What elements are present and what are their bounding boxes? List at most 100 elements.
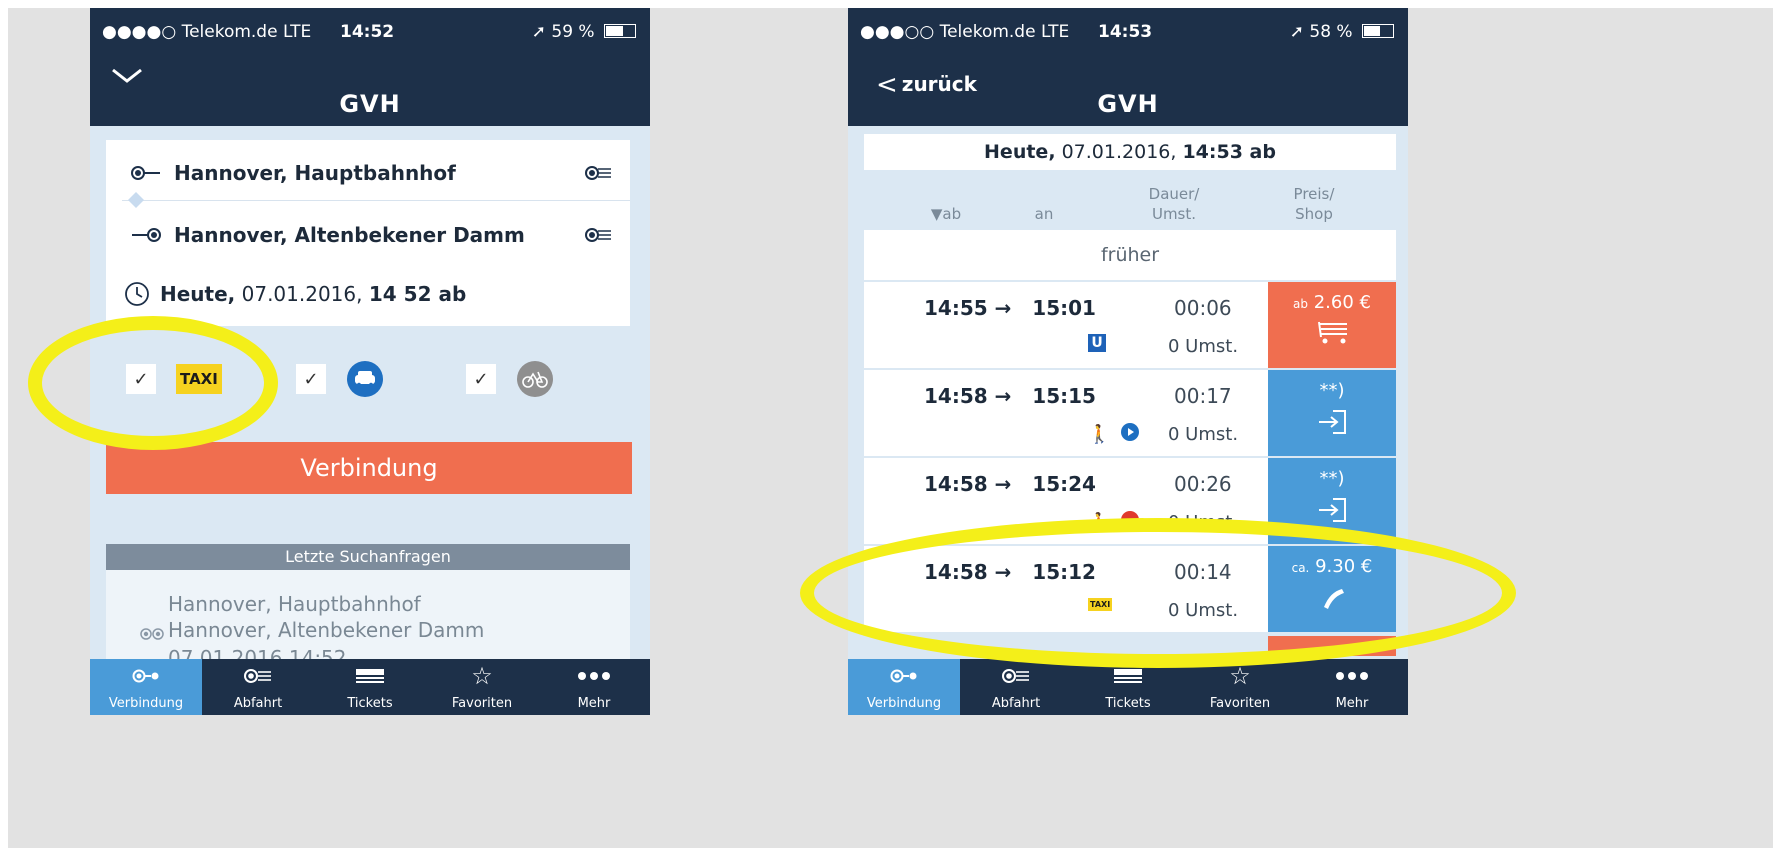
taxi-badge: TAXI	[176, 364, 222, 394]
swap-diamond-icon[interactable]	[128, 192, 144, 212]
to-label: Hannover, Altenbekener Damm	[174, 223, 525, 247]
connection-icon	[848, 659, 960, 693]
datetime-card[interactable]: Heute, 07.01.2016, 14:53 ab	[864, 134, 1396, 170]
tab-mehr[interactable]: Mehr	[538, 659, 650, 715]
connection-icon	[90, 659, 202, 693]
connection-row[interactable]: 14:58 → 15:15 00:17 🚶 0 Umst. **)	[864, 370, 1396, 456]
changes: 0 Umst.	[1168, 424, 1239, 445]
tab-verbindung[interactable]: Verbindung	[848, 659, 960, 715]
carrier-label: ●●●●○ Telekom.de LTE	[102, 22, 312, 42]
to-field[interactable]: Hannover, Altenbekener Damm	[130, 220, 612, 250]
duration: 00:26	[1174, 472, 1232, 496]
departure-time: 14:58	[924, 384, 988, 408]
right-phone-screen: ●●●○○ Telekom.de LTE 14:53 ➚ 58 % < zurüc…	[848, 8, 1408, 715]
departure-board-icon[interactable]	[584, 227, 612, 243]
tab-label: Mehr	[1335, 696, 1369, 711]
clock-icon	[124, 281, 150, 311]
more-dots-icon	[538, 659, 650, 693]
tab-bar: Verbindung Abfahrt Tickets ☆ Favoriten M…	[848, 659, 1408, 715]
column-departure[interactable]: ▼ab	[926, 204, 966, 224]
price-shop-button[interactable]: ca. 9.30 €	[1268, 546, 1396, 632]
recent-search-item[interactable]: Hannover, Hauptbahnhof Hannover, Altenbe…	[106, 570, 630, 670]
search-connection-button[interactable]: Verbindung	[106, 442, 632, 494]
price-value: 2.60 €	[1313, 292, 1371, 313]
duration: 00:17	[1174, 384, 1232, 408]
departure-board-icon[interactable]	[584, 165, 612, 181]
price-shop-button[interactable]: ab 2.60 €	[1268, 282, 1396, 368]
status-bar: ●●●○○ Telekom.de LTE 14:53 ➚ 58 %	[848, 8, 1408, 54]
datetime-card[interactable]: Heute, 07.01.2016, 14 52 ab	[106, 264, 630, 324]
login-arrow-icon	[1268, 497, 1396, 523]
tab-label: Verbindung	[866, 696, 942, 711]
price-text: **)	[1319, 468, 1345, 489]
taxi-icon: TAXI	[1088, 598, 1113, 611]
connection-times: 14:55 → 15:01	[924, 296, 1096, 320]
login-arrow-icon	[1268, 409, 1396, 435]
divider	[122, 200, 630, 201]
battery-percent: 59 %	[551, 22, 595, 42]
tab-label: Verbindung	[108, 696, 184, 711]
tab-abfahrt[interactable]: Abfahrt	[202, 659, 314, 715]
time-label: 14:53 ab	[1182, 141, 1276, 163]
connection-row[interactable]: 14:58 → 15:12 00:14 TAXI 0 Umst. ca. 9.3…	[864, 546, 1396, 632]
column-price[interactable]: Preis/Shop	[1284, 184, 1344, 224]
transport-modes: TAXI	[1088, 598, 1113, 611]
price-shop-button[interactable]: **)	[1268, 458, 1396, 544]
col-line2: Umst.	[1151, 205, 1197, 223]
battery-icon	[604, 24, 636, 38]
connection-row[interactable]: 14:58 → 15:24 00:26 🚶 0 Umst. **)	[864, 458, 1396, 544]
carrier-label: ●●●○○ Telekom.de LTE	[860, 22, 1070, 42]
collapse-chevron-icon[interactable]	[110, 66, 144, 90]
date-label: 07.01.2016,	[1055, 141, 1183, 163]
ticket-icon	[1072, 659, 1184, 693]
bike-icon	[516, 360, 554, 402]
connection-row[interactable]: 14:55 → 15:01 00:06 U 0 Umst. ab 2.60 €	[864, 282, 1396, 368]
page-title: GVH	[1097, 90, 1159, 118]
connection-times: 14:58 → 15:15	[924, 384, 1096, 408]
changes: 0 Umst.	[1168, 512, 1239, 533]
duration: 00:14	[1174, 560, 1232, 584]
star-icon: ☆	[1229, 662, 1251, 690]
tab-favoriten[interactable]: ☆ Favoriten	[426, 659, 538, 715]
departure-time: 14:55	[924, 296, 988, 320]
earlier-connections-button[interactable]: früher	[864, 230, 1396, 280]
location-arrow-icon: ➚	[1289, 22, 1304, 42]
tab-label: Mehr	[577, 696, 611, 711]
star-icon: ☆	[471, 662, 493, 690]
day-label: Heute,	[160, 282, 236, 306]
bike-mode-icon	[1120, 510, 1140, 534]
tab-abfahrt[interactable]: Abfahrt	[960, 659, 1072, 715]
location-arrow-icon: ➚	[531, 22, 546, 42]
route-pair-icon	[140, 622, 164, 646]
bus-icon	[1120, 422, 1140, 446]
column-arrival[interactable]: an	[1024, 204, 1064, 224]
tab-favoriten[interactable]: ☆ Favoriten	[1184, 659, 1296, 715]
tab-verbindung[interactable]: Verbindung	[90, 659, 202, 715]
departure-icon	[202, 659, 314, 693]
bike-checkbox[interactable]: ✓	[466, 364, 496, 394]
start-point-icon	[130, 165, 162, 181]
tab-mehr[interactable]: Mehr	[1296, 659, 1408, 715]
col-line2: Shop	[1295, 205, 1333, 223]
from-field[interactable]: Hannover, Hauptbahnhof	[130, 158, 612, 188]
recent-from: Hannover, Hauptbahnhof	[168, 592, 421, 616]
tab-tickets[interactable]: Tickets	[1072, 659, 1184, 715]
more-dots-icon	[1296, 659, 1408, 693]
from-label: Hannover, Hauptbahnhof	[174, 161, 456, 185]
departure-time: 14:58	[924, 472, 988, 496]
column-duration[interactable]: Dauer/Umst.	[1144, 184, 1204, 224]
car-icon	[346, 360, 384, 402]
taxi-checkbox[interactable]: ✓	[126, 364, 156, 394]
status-bar: ●●●●○ Telekom.de LTE 14:52 ➚ 59 %	[90, 8, 650, 54]
phone-icon	[1268, 585, 1396, 611]
price-shop-button[interactable]: **)	[1268, 370, 1396, 456]
walk-icon: 🚶	[1088, 511, 1111, 533]
tab-tickets[interactable]: Tickets	[314, 659, 426, 715]
car-checkbox[interactable]: ✓	[296, 364, 326, 394]
connection-times: 14:58 → 15:12	[924, 560, 1096, 584]
transport-modes: 🚶	[1088, 422, 1140, 446]
walk-icon: 🚶	[1088, 423, 1111, 445]
date-label: 07.01.2016,	[235, 282, 369, 306]
connection-times: 14:58 → 15:24	[924, 472, 1096, 496]
price-value: 9.30 €	[1315, 556, 1373, 577]
